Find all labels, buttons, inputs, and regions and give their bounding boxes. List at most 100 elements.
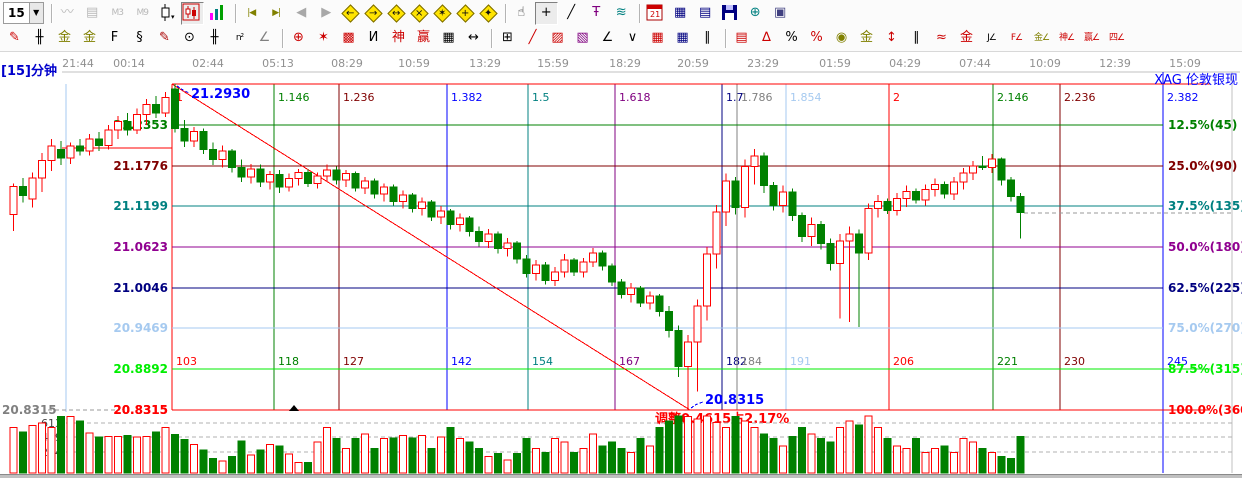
fibo-f-icon[interactable]: F <box>103 27 126 50</box>
chart-canvas[interactable]: 21:4400:1402:4405:1308:2910:5913:2915:59… <box>0 0 1242 478</box>
save-icon[interactable] <box>719 2 742 25</box>
expand-diamond-icon[interactable]: ↔ <box>386 3 407 24</box>
shen-icon[interactable]: 神 <box>387 27 410 50</box>
gold-circle-icon[interactable]: ◉ <box>830 27 853 50</box>
grid123-icon[interactable]: ▦ <box>437 27 460 50</box>
candle-style-icon[interactable]: ▾ <box>156 2 179 25</box>
plus-diamond-icon[interactable]: + <box>455 3 476 24</box>
updown-icon[interactable]: ↕ <box>880 27 903 50</box>
drawing-toolbar: ✎╫金金F§✎⊙╫n²∠⊕✶▩И神赢▦↔⊞╱▨▧∠∨▦▦∥▤∆%%◉金↕∥≈金J… <box>0 26 1242 52</box>
text-tool-icon[interactable]: Ŧ <box>585 2 608 25</box>
stats-list-icon[interactable]: ▤ <box>730 27 753 50</box>
candle <box>238 167 245 177</box>
next-bar-icon[interactable]: ▶ <box>315 2 338 25</box>
gann-star-icon[interactable]: ✶ <box>312 27 335 50</box>
volume-bar <box>742 421 749 473</box>
gold-bars-icon[interactable]: 金 <box>855 27 878 50</box>
percent-triangle-icon[interactable]: ∆ <box>755 27 778 50</box>
ma9-icon[interactable]: M9 <box>131 2 154 25</box>
n-square-icon[interactable]: n² <box>228 27 251 50</box>
draw-brush-icon[interactable]: ✎ <box>3 27 26 50</box>
prev-bar-icon[interactable]: ◀ <box>290 2 313 25</box>
hand-tool-icon[interactable]: ☝ <box>510 2 533 25</box>
percent-line-icon[interactable]: % <box>805 27 828 50</box>
notes-icon[interactable]: ▤ <box>694 2 717 25</box>
candle <box>476 232 483 242</box>
close-diamond-icon[interactable]: × <box>409 3 430 24</box>
period-select[interactable]: 15▼ <box>3 2 44 24</box>
brush2-icon[interactable]: ✎ <box>153 27 176 50</box>
candle <box>466 218 473 231</box>
candle <box>438 211 445 217</box>
volume-chart-icon[interactable] <box>206 2 229 25</box>
last-bar-icon[interactable]: ▶| <box>265 2 288 25</box>
f-angle-icon[interactable]: F∠ <box>1005 27 1028 50</box>
candle <box>105 130 112 146</box>
trendline-tool-icon[interactable]: ╱ <box>560 2 583 25</box>
wave-n-icon[interactable]: И <box>362 27 385 50</box>
candle <box>305 172 312 183</box>
fib-ratio-label: 1.618 <box>619 91 651 104</box>
volume-bar <box>352 439 359 473</box>
candle <box>248 169 255 177</box>
gold-angle-icon[interactable]: 金∠ <box>1030 27 1053 50</box>
zigzag-icon[interactable]: ∨ <box>621 27 644 50</box>
chevron-down-icon[interactable]: ▼ <box>29 3 43 23</box>
pattern-icon[interactable]: 〰 <box>56 2 79 25</box>
percent-level-label: 12.5%(45) <box>1168 118 1237 132</box>
golden-section-icon[interactable]: 金 <box>53 27 76 50</box>
volume-bar <box>1017 436 1024 473</box>
j-angle-icon[interactable]: J∠ <box>980 27 1003 50</box>
volume-bar <box>248 455 255 473</box>
wave-band-icon[interactable]: ≈ <box>930 27 953 50</box>
grid-blue-icon[interactable]: ▦ <box>671 27 694 50</box>
print-icon[interactable]: ▣ <box>769 2 792 25</box>
report-icon[interactable]: ▤ <box>81 2 104 25</box>
candle <box>951 182 958 194</box>
compress-diamond-icon[interactable]: ✦ <box>478 3 499 24</box>
chart-application-window: 15▼〰▤M3M9▾|◀▶|◀▶←→↔×✶+✦☝+╱Ŧ≋21▦▤⊕▣ ✎╫金金F… <box>0 0 1242 478</box>
gann-line-icon[interactable]: ╫ <box>28 27 51 50</box>
candle <box>989 159 996 167</box>
cycle-circle-icon[interactable]: ⊙ <box>178 27 201 50</box>
shen-angle-icon[interactable]: 神∠ <box>1055 27 1078 50</box>
fan-box-icon[interactable]: ▨ <box>546 27 569 50</box>
volume-bar <box>675 416 682 473</box>
crosshair-tool-icon[interactable]: + <box>535 2 558 25</box>
golden-box-icon[interactable]: 金 <box>78 27 101 50</box>
gann-grid-icon[interactable]: ▩ <box>337 27 360 50</box>
speed-lines-icon[interactable]: ∠ <box>596 27 619 50</box>
calculator-icon[interactable]: ▦ <box>669 2 692 25</box>
ying-icon[interactable]: 赢 <box>412 27 435 50</box>
gann-circle-icon[interactable]: ⊕ <box>287 27 310 50</box>
first-bar-icon[interactable]: |◀ <box>240 2 263 25</box>
ma3-icon[interactable]: M3 <box>106 2 129 25</box>
ying-angle-icon[interactable]: 赢∠ <box>1080 27 1103 50</box>
parallel-lines-icon[interactable]: ∥ <box>696 27 719 50</box>
span-arrows-icon[interactable]: ↔ <box>462 27 485 50</box>
shift-left-diamond-icon[interactable]: ← <box>340 3 361 24</box>
angle-icon[interactable]: ∠ <box>253 27 276 50</box>
shift-right-diamond-icon[interactable]: → <box>363 3 384 24</box>
grid-red-icon[interactable]: ▦ <box>646 27 669 50</box>
wave-tool-icon[interactable]: ≋ <box>610 2 633 25</box>
time-ruler-icon[interactable]: ╫ <box>203 27 226 50</box>
corner-ruler-icon[interactable]: ⊞ <box>496 27 519 50</box>
fan-box2-icon[interactable]: ▧ <box>571 27 594 50</box>
web-icon[interactable]: ⊕ <box>744 2 767 25</box>
star-diamond-icon[interactable]: ✶ <box>432 3 453 24</box>
kline-chart-icon[interactable] <box>181 2 204 25</box>
candle <box>400 195 407 201</box>
volume-bar <box>561 442 568 473</box>
candle <box>609 266 616 282</box>
spiral-icon[interactable]: § <box>128 27 151 50</box>
gold-line-icon[interactable]: 金 <box>955 27 978 50</box>
candle <box>314 176 321 184</box>
si-angle-icon[interactable]: 四∠ <box>1105 27 1128 50</box>
fan-lines-icon[interactable]: ╱ <box>521 27 544 50</box>
percent-icon[interactable]: % <box>780 27 803 50</box>
low-price-label: 20.8315 <box>705 393 764 408</box>
measure-icon[interactable]: ∥ <box>905 27 928 50</box>
fib-ratio-label: 1.382 <box>451 91 483 104</box>
calendar-icon[interactable]: 21 <box>644 2 667 25</box>
